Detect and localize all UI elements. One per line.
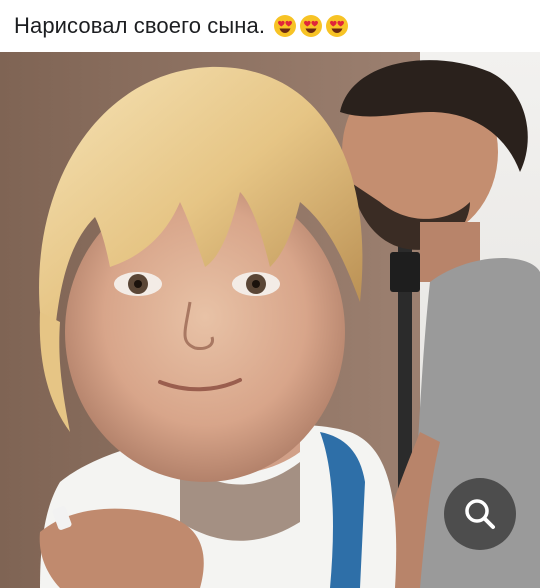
post-caption-bar: Нарисовал своего сына. (0, 0, 540, 52)
heart-eyes-emoji-icon (300, 15, 323, 37)
emoji-row (273, 14, 349, 38)
post-caption: Нарисовал своего сына. (14, 13, 266, 38)
search-icon (465, 499, 495, 529)
easel-clip (390, 252, 420, 292)
child-pupil-left (134, 280, 142, 288)
heart-eyes-emoji-icon (326, 15, 349, 37)
heart-eyes-emoji-icon (274, 15, 297, 37)
child-pupil-right (252, 280, 260, 288)
search-button[interactable] (444, 478, 516, 550)
